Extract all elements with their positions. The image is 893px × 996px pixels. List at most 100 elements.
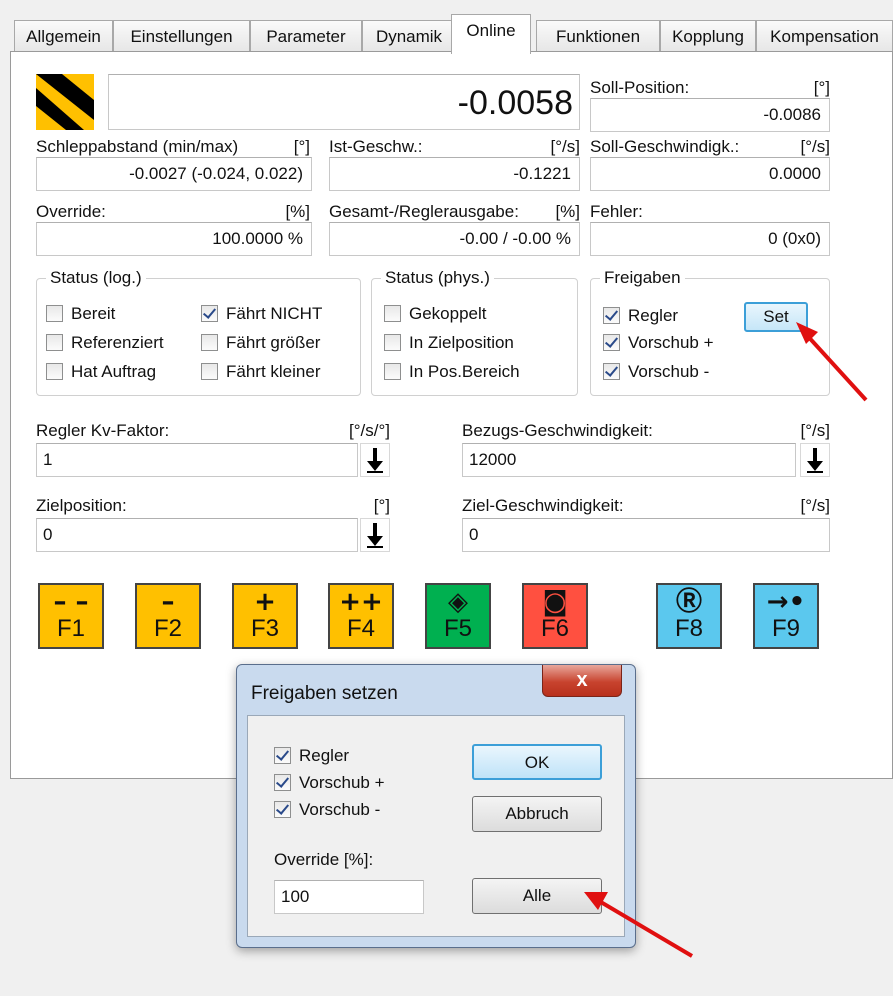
checkbox-box[interactable] — [603, 307, 620, 324]
f1-button[interactable]: – – F1 — [38, 583, 104, 649]
bezugs-geschw-unit: [°/s] — [800, 421, 830, 440]
soll-geschw-label: Soll-Geschwindigk.: — [590, 137, 740, 156]
checkbox-label: Vorschub - — [628, 362, 710, 381]
checkbox-label: Fährt NICHT — [226, 304, 323, 323]
kv-faktor-input[interactable]: 1 — [36, 443, 358, 477]
fast-plus-icon: ++ — [339, 587, 383, 617]
checkbox-box[interactable] — [384, 334, 401, 351]
ziel-geschw-input[interactable]: 0 — [462, 518, 830, 552]
checkbox-box[interactable] — [46, 363, 63, 380]
soll-position-unit: [°] — [813, 78, 830, 97]
plus-icon: + — [254, 587, 276, 617]
checkbox-box[interactable] — [201, 363, 218, 380]
zielposition-apply-button[interactable] — [360, 518, 390, 552]
enable-icon: ◈ — [448, 587, 468, 617]
f8-label: F8 — [674, 615, 703, 642]
gesamt-unit: [%] — [555, 202, 580, 221]
reset-icon: Ⓡ — [675, 587, 702, 617]
checkbox-label: Fährt kleiner — [226, 362, 321, 381]
schleppabstand-unit: [°] — [293, 137, 310, 156]
f8-button[interactable]: Ⓡ F8 — [656, 583, 722, 649]
checkbox-box[interactable] — [603, 334, 620, 351]
f6-button[interactable]: ◙ F6 — [522, 583, 588, 649]
minus-icon: – — [161, 587, 175, 617]
fehler-label: Fehler: — [590, 202, 643, 221]
checkbox-box[interactable] — [46, 305, 63, 322]
f3-label: F3 — [250, 615, 279, 642]
checkbox-box[interactable] — [274, 774, 291, 791]
checkbox-box[interactable] — [46, 334, 63, 351]
tab-online[interactable]: Online — [451, 14, 531, 54]
annotation-arrow-icon — [796, 322, 868, 402]
f1-label: F1 — [56, 615, 85, 642]
checkbox-label: In Pos.Bereich — [409, 362, 520, 381]
f2-button[interactable]: – F2 — [135, 583, 201, 649]
soll-geschw-value: 0.0000 — [590, 157, 830, 191]
bezugs-geschw-apply-button[interactable] — [800, 443, 830, 477]
checkbox-box[interactable] — [201, 334, 218, 351]
ist-geschw-label: Ist-Geschw.: — [329, 137, 423, 156]
reference-icon: →• — [766, 587, 806, 617]
checkbox-box[interactable] — [384, 305, 401, 322]
checkbox-label: Bereit — [71, 304, 116, 323]
checkbox-label: Regler — [628, 306, 679, 325]
checkbox-label: Vorschub - — [299, 800, 381, 819]
kv-faktor-label: Regler Kv-Faktor: — [36, 421, 170, 440]
dialog-title: Freigaben setzen — [251, 683, 398, 704]
status-phys-title: Status (phys.) — [381, 268, 494, 288]
tab-strip: Allgemein Einstellungen Parameter Dynami… — [14, 14, 893, 54]
freigaben-title: Freigaben — [600, 268, 685, 288]
ziel-geschw-unit: [°/s] — [800, 496, 830, 515]
tab-einstellungen[interactable]: Einstellungen — [113, 20, 250, 52]
ziel-geschw-label: Ziel-Geschwindigkeit: — [462, 496, 624, 515]
checkbox-label: In Zielposition — [409, 333, 514, 352]
f3-button[interactable]: + F3 — [232, 583, 298, 649]
zielposition-unit: [°] — [373, 496, 390, 515]
fehler-value: 0 (0x0) — [590, 222, 830, 256]
checkbox-box[interactable] — [274, 801, 291, 818]
f5-button[interactable]: ◈ F5 — [425, 583, 491, 649]
tab-kopplung[interactable]: Kopplung — [660, 20, 756, 52]
checkbox-label: Vorschub + — [299, 773, 385, 792]
arrow-down-icon — [807, 448, 823, 473]
stop-icon: ◙ — [542, 587, 568, 617]
kv-faktor-apply-button[interactable] — [360, 443, 390, 477]
dialog-body: Regler Vorschub + Vorschub - Override [%… — [247, 715, 625, 937]
soll-geschw-unit: [°/s] — [800, 137, 830, 156]
soll-position-value: -0.0086 — [590, 98, 830, 132]
dialog-close-button[interactable]: x — [542, 665, 622, 697]
f2-label: F2 — [153, 615, 182, 642]
tab-allgemein[interactable]: Allgemein — [14, 20, 113, 52]
tab-kompensation[interactable]: Kompensation — [756, 20, 893, 52]
checkbox-label: Gekoppelt — [409, 304, 487, 323]
checkbox-box[interactable] — [603, 363, 620, 380]
checkbox-box[interactable] — [384, 363, 401, 380]
f6-label: F6 — [540, 615, 569, 642]
ok-button[interactable]: OK — [472, 744, 602, 780]
bezugs-geschw-label: Bezugs-Geschwindigkeit: — [462, 421, 653, 440]
kv-faktor-unit: [°/s/°] — [349, 421, 390, 440]
soll-position-label: Soll-Position: — [590, 78, 690, 97]
zielposition-input[interactable]: 0 — [36, 518, 358, 552]
abbruch-button[interactable]: Abbruch — [472, 796, 602, 832]
annotation-arrow-icon — [584, 892, 694, 958]
dialog-override-label: Override [%]: — [274, 850, 374, 869]
checkbox-label: Fährt größer — [226, 333, 321, 352]
f4-button[interactable]: ++ F4 — [328, 583, 394, 649]
tab-funktionen[interactable]: Funktionen — [536, 20, 660, 52]
checkbox-box[interactable] — [201, 305, 218, 322]
freigaben-dialog: Freigaben setzen x Regler Vorschub + Vor… — [236, 664, 636, 948]
schleppabstand-value: -0.0027 (-0.024, 0.022) — [36, 157, 312, 191]
axis-logo-icon — [36, 74, 94, 130]
f9-label: F9 — [771, 615, 800, 642]
checkbox-box[interactable] — [274, 747, 291, 764]
ist-geschw-unit: [°/s] — [550, 137, 580, 156]
schleppabstand-label: Schleppabstand (min/max) — [36, 137, 239, 156]
f9-button[interactable]: →• F9 — [753, 583, 819, 649]
bezugs-geschw-input[interactable]: 12000 — [462, 443, 796, 477]
override-label: Override: — [36, 202, 106, 221]
override-value: 100.0000 % — [36, 222, 312, 256]
dialog-override-input[interactable]: 100 — [274, 880, 424, 914]
tab-dynamik[interactable]: Dynamik — [362, 20, 456, 52]
tab-parameter[interactable]: Parameter — [250, 20, 362, 52]
